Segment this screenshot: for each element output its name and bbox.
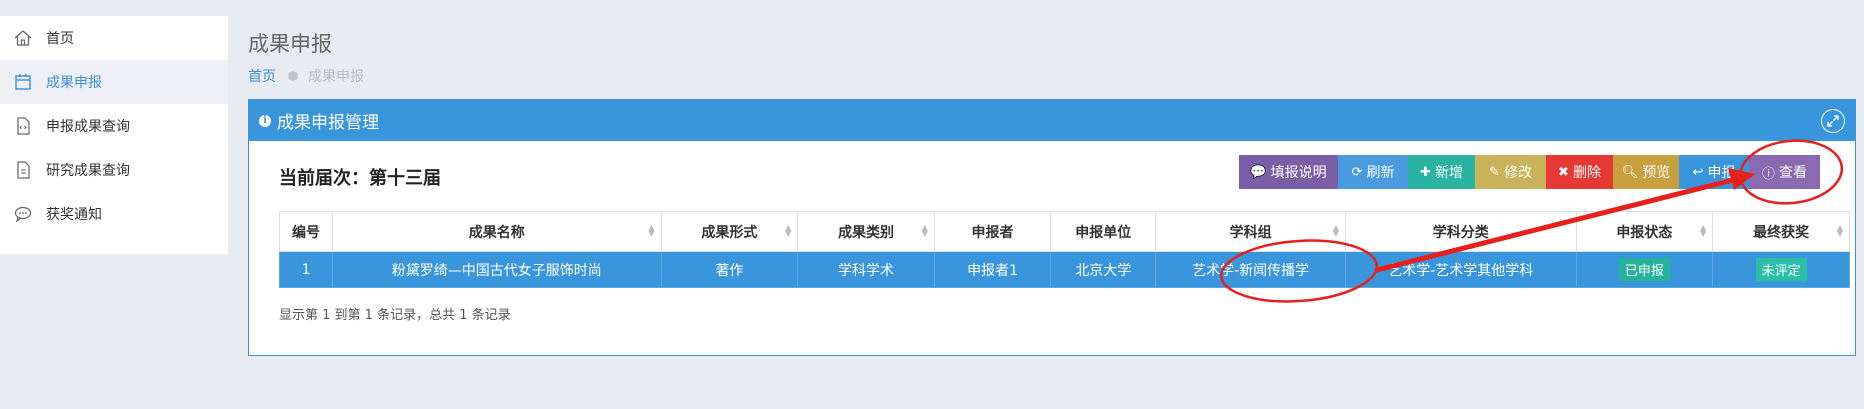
expand-button[interactable]	[1821, 109, 1845, 133]
column-header-label: 编号	[292, 224, 321, 241]
sort-icon: ▲ ▼	[1700, 223, 1707, 238]
preview-button[interactable]: 🔍︎ 预览	[1613, 155, 1679, 189]
column-header-label: 学科分类	[1432, 224, 1489, 241]
sidebar-item-label: 首页	[46, 31, 74, 47]
help-button-label: 填报说明	[1270, 165, 1327, 181]
column-header-label: 最终获奖	[1753, 224, 1810, 241]
column-header-label: 申报单位	[1075, 224, 1132, 241]
reply-icon: ↩	[1692, 164, 1704, 180]
breadcrumb-home[interactable]: 首页	[248, 66, 276, 86]
column-header-group[interactable]: 学科组 ▲ ▼	[1155, 211, 1346, 252]
sidebar-item-achievement-report[interactable]: 成果申报	[0, 60, 228, 104]
breadcrumb-separator	[288, 71, 298, 81]
delete-button-label: 删除	[1572, 165, 1601, 181]
breadcrumb-current: 成果申报	[308, 69, 364, 85]
delete-button[interactable]: ✖ 删除	[1546, 155, 1613, 189]
comment-icon: 💬	[1250, 164, 1267, 180]
sidebar-item-label: 获奖通知	[46, 207, 102, 223]
column-header-applicant[interactable]: 申报者	[933, 211, 1052, 252]
column-header-label: 成果形式	[701, 224, 758, 241]
cell-status: 已申报	[1575, 251, 1714, 288]
info-icon: i	[259, 114, 271, 127]
sidebar-item-home[interactable]: 首页	[0, 16, 228, 60]
view-button-label: 查看	[1779, 165, 1807, 181]
column-header-unit[interactable]: 申报单位	[1050, 211, 1157, 252]
column-header-id[interactable]: 编号	[278, 211, 334, 252]
cell-category: 学科学术	[797, 251, 935, 288]
column-header-label: 申报者	[971, 224, 1014, 241]
page-title: 成果申报	[248, 32, 332, 56]
column-header-award[interactable]: 最终获奖 ▲ ▼	[1712, 211, 1850, 252]
refresh-icon: ⟳	[1351, 164, 1363, 180]
close-icon: ✖	[1558, 164, 1569, 180]
sidebar: 首页 成果申报 申报成果查询 研究成果查询 获奖通知	[0, 16, 228, 254]
table-row[interactable]: 1 粉黛罗绮—中国古代女子服饰时尚 著作 学科学术 申报者1 北京大学 艺术学-…	[278, 251, 1850, 288]
column-header-classification[interactable]: 学科分类	[1344, 211, 1577, 252]
breadcrumb: 首页 成果申报	[248, 66, 364, 86]
cell-group: 艺术学-新闻传播学	[1155, 251, 1346, 288]
sort-icon: ▲ ▼	[648, 223, 655, 238]
plus-icon: ✚	[1420, 164, 1431, 180]
code-file-icon	[12, 115, 34, 137]
award-badge: 未评定	[1755, 258, 1807, 281]
column-header-name[interactable]: 成果名称 ▲ ▼	[332, 211, 662, 252]
sidebar-item-label: 研究成果查询	[46, 163, 130, 179]
info-circle-icon: ⓘ	[1761, 166, 1775, 182]
add-button-label: 新增	[1434, 165, 1463, 181]
sort-icon: ▲ ▼	[1836, 223, 1843, 238]
sort-icon: ▲ ▼	[785, 223, 792, 238]
column-header-form[interactable]: 成果形式 ▲ ▼	[660, 211, 799, 252]
edit-icon: ✎	[1489, 164, 1500, 180]
home-icon	[12, 27, 34, 49]
search-icon: 🔍︎	[1621, 164, 1639, 180]
refresh-button-label: 刷新	[1366, 165, 1395, 181]
panel-title: 成果申报管理	[277, 113, 379, 133]
column-header-label: 成果名称	[468, 224, 525, 241]
sidebar-item-report-query[interactable]: 申报成果查询	[0, 104, 228, 148]
preview-button-label: 预览	[1642, 165, 1671, 181]
expand-icon	[1827, 115, 1839, 127]
submit-button-label: 申报	[1707, 165, 1736, 181]
cell-unit: 北京大学	[1050, 251, 1157, 288]
cell-form: 著作	[660, 251, 799, 288]
cell-applicant: 申报者1	[933, 251, 1052, 288]
edit-button[interactable]: ✎ 修改	[1475, 155, 1546, 189]
document-icon	[12, 159, 34, 181]
submit-button[interactable]: ↩ 申报	[1679, 155, 1749, 189]
sidebar-item-label: 成果申报	[46, 75, 102, 91]
refresh-button[interactable]: ⟳ 刷新	[1338, 155, 1408, 189]
column-header-category[interactable]: 成果类别 ▲ ▼	[797, 211, 935, 252]
current-session-label: 当前届次：第十三届	[279, 168, 441, 189]
sort-icon: ▲ ▼	[921, 223, 928, 238]
results-table: 编号 成果名称 ▲ ▼ 成果形式 ▲ ▼ 成果类别 ▲ ▼ 申报者 申报单位 学科组 ▲ ▼ 学…	[278, 211, 1850, 288]
sidebar-item-award-notice[interactable]: 获奖通知	[0, 192, 228, 236]
panel-header: i 成果申报管理	[249, 100, 1855, 141]
sort-icon: ▲ ▼	[1332, 223, 1339, 238]
column-header-label: 学科组	[1229, 224, 1272, 241]
toolbar: 💬 填报说明 ⟳ 刷新 ✚ 新增 ✎ 修改 ✖ 删除 🔍︎ 预览 ↩ 申报 ⓘ 查看	[1239, 155, 1820, 189]
sidebar-item-research-query[interactable]: 研究成果查询	[0, 148, 228, 192]
calendar-icon	[12, 71, 34, 93]
pagination-info: 显示第 1 到第 1 条记录，总共 1 条记录	[279, 308, 511, 323]
column-header-label: 成果类别	[838, 224, 895, 241]
chat-icon	[12, 203, 34, 225]
add-button[interactable]: ✚ 新增	[1408, 155, 1475, 189]
results-table-wrapper: 编号 成果名称 ▲ ▼ 成果形式 ▲ ▼ 成果类别 ▲ ▼ 申报者 申报单位 学科组 ▲ ▼ 学…	[278, 211, 1850, 288]
status-badge: 已申报	[1618, 258, 1670, 281]
cell-id: 1	[278, 251, 334, 288]
cell-award: 未评定	[1712, 251, 1850, 288]
cell-classification: 艺术学-艺术学其他学科	[1344, 251, 1577, 288]
column-header-status[interactable]: 申报状态 ▲ ▼	[1575, 211, 1714, 252]
column-header-label: 申报状态	[1616, 224, 1673, 241]
edit-button-label: 修改	[1503, 165, 1532, 181]
sidebar-item-label: 申报成果查询	[46, 119, 130, 135]
cell-name: 粉黛罗绮—中国古代女子服饰时尚	[332, 251, 662, 288]
table-header-row: 编号 成果名称 ▲ ▼ 成果形式 ▲ ▼ 成果类别 ▲ ▼ 申报者 申报单位 学科组 ▲ ▼ 学…	[278, 211, 1850, 252]
help-button[interactable]: 💬 填报说明	[1239, 155, 1338, 189]
management-panel: i 成果申报管理 当前届次：第十三届 💬 填报说明 ⟳ 刷新 ✚ 新增 ✎ 修改 ✖ 删除…	[248, 99, 1856, 356]
view-button[interactable]: ⓘ 查看	[1749, 155, 1820, 189]
